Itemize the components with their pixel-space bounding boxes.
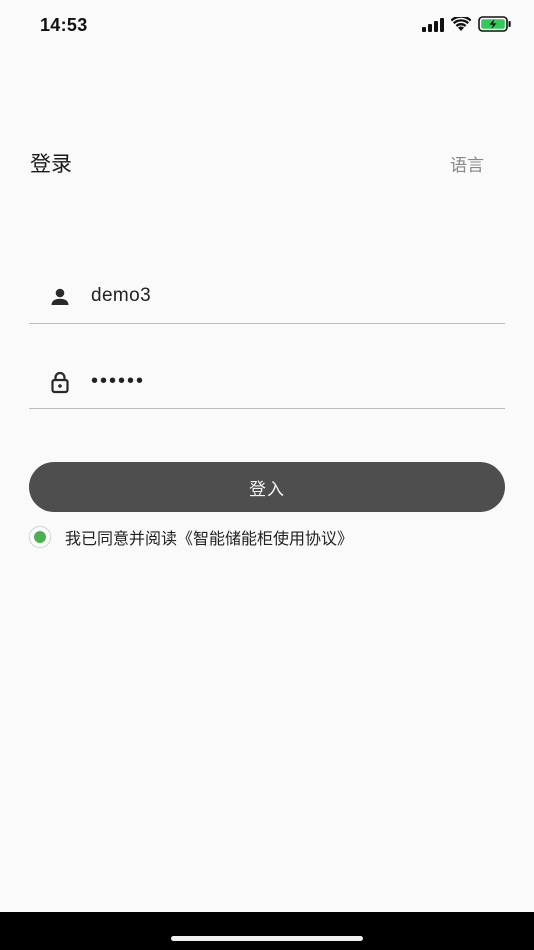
language-button[interactable]: 语言 <box>450 151 484 176</box>
login-screen: 14:53 登录 语言 demo3 •••••• 登入 我已同意并阅读 《智能储… <box>0 0 534 950</box>
username-input[interactable] <box>91 278 491 314</box>
home-indicator[interactable] <box>171 936 363 941</box>
page-title: 登录 <box>30 152 72 176</box>
login-button[interactable]: 登入 <box>29 462 505 512</box>
bottom-bar <box>0 912 534 950</box>
agreement-text: 我已同意并阅读 <box>65 529 178 548</box>
cellular-signal-icon <box>422 17 444 36</box>
username-field[interactable] <box>29 268 505 324</box>
status-time: 14:53 <box>40 15 88 35</box>
agreement-row: 我已同意并阅读 《智能储能柜使用协议》 <box>29 525 353 549</box>
lock-icon <box>48 370 72 394</box>
user-icon <box>48 285 72 309</box>
battery-charging-icon <box>478 16 512 36</box>
password-field[interactable] <box>29 353 505 409</box>
status-icons <box>422 14 512 36</box>
wifi-icon <box>450 14 472 36</box>
agreement-checkbox[interactable] <box>29 526 51 548</box>
agreement-link[interactable]: 《智能储能柜使用协议》 <box>177 525 353 549</box>
status-bar: 14:53 <box>0 0 534 52</box>
password-input[interactable] <box>91 363 491 399</box>
agreement-check-dot <box>34 531 46 543</box>
